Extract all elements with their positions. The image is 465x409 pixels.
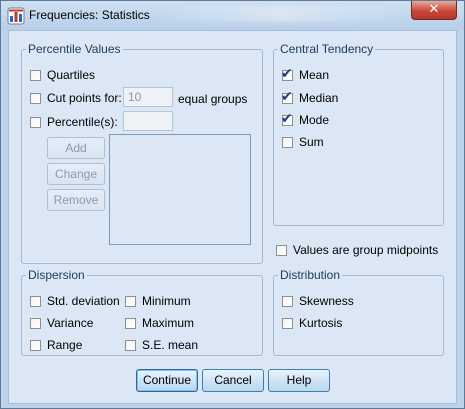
kurtosis-checkbox[interactable]: ✔ Kurtosis (282, 316, 342, 330)
change-button[interactable]: Change (47, 163, 105, 185)
distribution-group: Distribution (273, 268, 444, 356)
checkmark-icon: ✔ (281, 65, 293, 82)
checkbox-icon: ✔ (30, 116, 41, 128)
checkbox-icon: ✔ (30, 92, 41, 104)
central-tendency-legend: Central Tendency (280, 42, 374, 56)
median-checkbox[interactable]: ✔ Median (281, 89, 339, 106)
range-label: Range (47, 338, 83, 352)
distribution-legend: Distribution (280, 268, 341, 282)
mode-label: Mode (299, 113, 330, 127)
dialog-client-area: Percentile Values ✔ Quartiles ✔ Cut poin… (8, 30, 457, 404)
std-deviation-checkbox[interactable]: ✔ Std. deviation (30, 294, 120, 308)
checkbox-icon: ✔ (282, 317, 293, 329)
close-button[interactable]: ✕ (411, 1, 457, 20)
add-button[interactable]: Add (47, 137, 105, 159)
checkbox-icon: ✔ (281, 89, 293, 105)
checkbox-icon: ✔ (282, 295, 293, 307)
checkmark-icon: ✔ (281, 110, 293, 127)
title-bar[interactable]: Frequencies: Statistics ✕ (1, 1, 464, 30)
checkbox-icon: ✔ (30, 295, 41, 307)
mode-checkbox[interactable]: ✔ Mode (281, 111, 330, 128)
checkbox-icon: ✔ (281, 66, 293, 82)
quartiles-label: Quartiles (47, 68, 96, 82)
cut-points-label: Cut points for: (47, 91, 122, 105)
variance-label: Variance (47, 316, 94, 330)
mean-checkbox[interactable]: ✔ Mean (281, 66, 330, 83)
cancel-button[interactable]: Cancel (202, 369, 264, 392)
skewness-checkbox[interactable]: ✔ Skewness (282, 294, 354, 308)
checkbox-icon: ✔ (276, 244, 287, 256)
quartiles-checkbox[interactable]: ✔ Quartiles (30, 68, 95, 82)
cut-points-checkbox[interactable]: ✔ Cut points for: (30, 91, 122, 105)
cut-points-groups-field[interactable]: 10 (123, 87, 173, 107)
close-icon: ✕ (428, 2, 440, 17)
skewness-label: Skewness (299, 294, 354, 308)
minimum-checkbox[interactable]: ✔ Minimum (125, 294, 191, 308)
percentiles-list[interactable] (109, 134, 251, 245)
range-checkbox[interactable]: ✔ Range (30, 338, 82, 352)
sum-label: Sum (299, 135, 324, 149)
minimum-label: Minimum (142, 294, 191, 308)
kurtosis-label: Kurtosis (299, 316, 343, 330)
checkbox-icon: ✔ (30, 317, 41, 329)
title-bar-background (151, 6, 411, 22)
median-label: Median (299, 91, 339, 105)
window-title: Frequencies: Statistics (29, 8, 150, 22)
help-button[interactable]: Help (268, 369, 330, 392)
sum-checkbox[interactable]: ✔ Sum (282, 135, 324, 149)
std-deviation-label: Std. deviation (47, 294, 120, 308)
checkbox-icon: ✔ (281, 111, 293, 127)
frequencies-app-icon (7, 7, 25, 25)
checkbox-icon: ✔ (125, 295, 136, 307)
maximum-checkbox[interactable]: ✔ Maximum (125, 316, 194, 330)
percentile-values-legend: Percentile Values (28, 42, 121, 56)
percentiles-checkbox[interactable]: ✔ Percentile(s): (30, 115, 118, 129)
checkbox-icon: ✔ (125, 317, 136, 329)
checkmark-icon: ✔ (281, 88, 293, 105)
checkbox-icon: ✔ (30, 69, 41, 81)
remove-button[interactable]: Remove (47, 189, 105, 211)
dispersion-legend: Dispersion (28, 268, 85, 282)
se-mean-checkbox[interactable]: ✔ S.E. mean (125, 338, 198, 352)
se-mean-label: S.E. mean (142, 338, 199, 352)
mean-label: Mean (299, 68, 330, 82)
percentile-value-field[interactable] (123, 111, 173, 131)
checkbox-icon: ✔ (125, 339, 136, 351)
frequencies-statistics-dialog: Frequencies: Statistics ✕ Percentile Val… (0, 0, 465, 409)
percentiles-label: Percentile(s): (47, 115, 118, 129)
checkbox-icon: ✔ (282, 136, 293, 148)
group-midpoints-label: Values are group midpoints (293, 243, 439, 257)
checkbox-icon: ✔ (30, 339, 41, 351)
group-midpoints-checkbox[interactable]: ✔ Values are group midpoints (276, 243, 438, 257)
continue-button[interactable]: Continue (136, 369, 198, 392)
equal-groups-label: equal groups (178, 92, 248, 106)
variance-checkbox[interactable]: ✔ Variance (30, 316, 93, 330)
maximum-label: Maximum (142, 316, 195, 330)
